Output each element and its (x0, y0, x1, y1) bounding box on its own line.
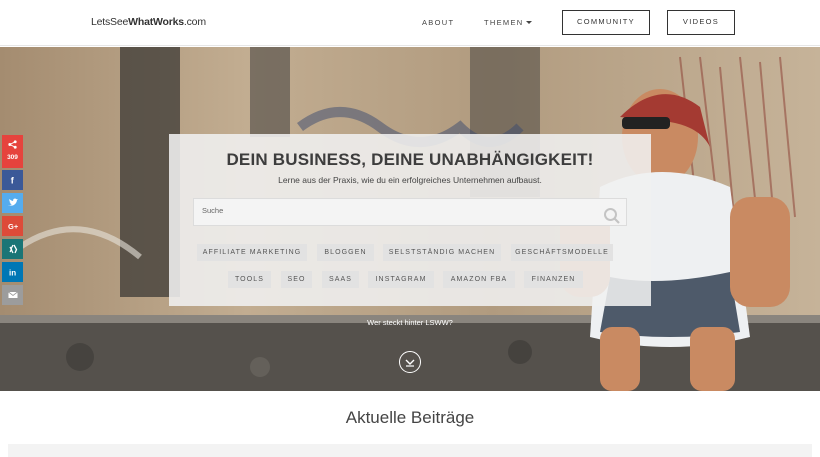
search-field[interactable] (193, 198, 627, 226)
google-plus-icon: G+ (8, 222, 19, 231)
share-counter-button[interactable]: 309 (2, 135, 23, 168)
hero-title: DEIN BUSINESS, DEINE UNABHÄNGIGKEIT! (226, 150, 594, 169)
svg-text:in: in (9, 269, 16, 278)
google-plus-share-button[interactable]: G+ (2, 216, 23, 236)
nav-themen[interactable]: THEMEN (484, 18, 533, 27)
tag-bloggen[interactable]: BLOGGEN (317, 244, 374, 261)
nav-about[interactable]: ABOUT (422, 18, 454, 27)
tag-instagram[interactable]: INSTAGRAM (368, 271, 434, 288)
facebook-icon: f (11, 176, 15, 185)
search-input[interactable] (202, 206, 582, 215)
chevron-down-icon (405, 359, 415, 367)
twitter-icon (8, 198, 18, 206)
community-button[interactable]: COMMUNITY (562, 10, 650, 35)
tag-affiliate-marketing[interactable]: AFFILIATE MARKETING (197, 244, 307, 261)
svg-text:G+: G+ (8, 222, 19, 231)
tag-tools[interactable]: TOOLS (228, 271, 271, 288)
caret-down-icon (526, 21, 533, 24)
tag-selbststaendig-machen[interactable]: SELSTSTÄNDIG MACHEN (383, 244, 501, 261)
tag-amazon-fba[interactable]: AMAZON FBA (443, 271, 515, 288)
videos-button[interactable]: VIDEOS (667, 10, 735, 35)
share-count: 309 (7, 154, 18, 161)
tag-saas[interactable]: SAAS (322, 271, 359, 288)
section-title: Aktuelle Beiträge (345, 408, 475, 427)
email-share-button[interactable] (2, 285, 23, 305)
hero-subtitle: Lerne aus der Praxis, wie du ein erfolgr… (278, 175, 542, 185)
twitter-share-button[interactable] (2, 193, 23, 213)
mail-icon (8, 291, 18, 298)
linkedin-share-button[interactable]: in (2, 262, 23, 282)
linkedin-icon: in (9, 269, 16, 278)
search-icon[interactable] (603, 207, 621, 225)
facebook-share-button[interactable]: f (2, 170, 23, 190)
tag-finanzen[interactable]: FINANZEN (524, 271, 583, 288)
site-header: LetsSeeWhatWorks.com ABOUT THEMEN COMMUN… (0, 0, 820, 46)
nav-themen-label: THEMEN (484, 18, 524, 27)
tag-seo[interactable]: SEO (281, 271, 312, 288)
share-icon (8, 140, 17, 149)
svg-text:f: f (11, 176, 15, 185)
tag-geschaeftsmodelle[interactable]: GESCHÄFTSMODELLE (511, 244, 613, 261)
xing-icon (9, 244, 18, 254)
scroll-down-button[interactable] (399, 351, 421, 373)
site-logo[interactable]: LetsSeeWhatWorks.com (91, 16, 206, 28)
xing-share-button[interactable] (2, 239, 23, 259)
who-link[interactable]: Wer steckt hinter LSWW? (0, 318, 820, 327)
post-list-container (8, 444, 812, 457)
